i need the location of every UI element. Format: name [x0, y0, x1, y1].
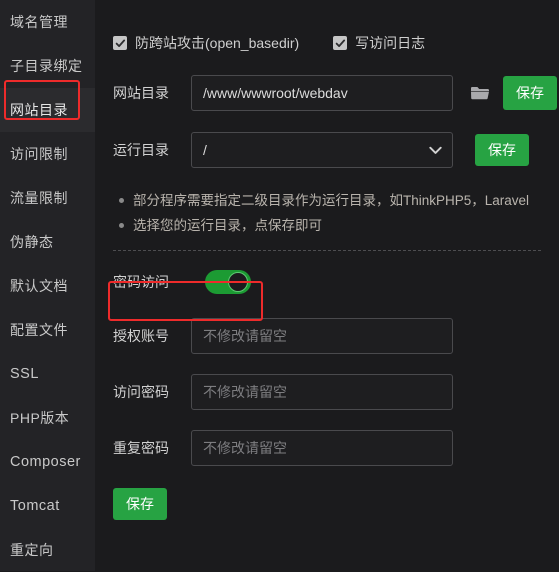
- access-password-label: 访问密码: [113, 384, 169, 400]
- options-checkbox-row: 防跨站攻击(open_basedir) 写访问日志: [95, 0, 559, 53]
- website-directory-input[interactable]: [191, 75, 453, 111]
- sidebar-item-website-directory[interactable]: 网站目录: [0, 88, 95, 132]
- checkbox-write-access-log[interactable]: 写访问日志: [333, 33, 425, 53]
- sidebar-item-label: Composer: [10, 454, 81, 470]
- access-password-input[interactable]: [191, 374, 453, 410]
- sidebar-item-label: 子目录绑定: [10, 58, 83, 74]
- sidebar-item-config-file[interactable]: 配置文件: [0, 308, 95, 352]
- authorized-account-row: 授权账号: [95, 318, 559, 354]
- authorized-account-label: 授权账号: [113, 328, 169, 344]
- sidebar-item-ssl[interactable]: SSL: [0, 352, 95, 396]
- section-divider: [113, 250, 541, 251]
- checkbox-label: 防跨站攻击(open_basedir): [135, 35, 300, 51]
- sidebar-item-tomcat[interactable]: Tomcat: [0, 484, 95, 528]
- save-run-directory-button[interactable]: 保存: [475, 134, 529, 166]
- sidebar-item-label: 域名管理: [10, 14, 68, 30]
- sidebar-item-label: 配置文件: [10, 322, 68, 338]
- sidebar-item-label: Tomcat: [10, 498, 60, 514]
- repeat-password-label: 重复密码: [113, 440, 169, 456]
- password-access-toggle[interactable]: [205, 270, 251, 294]
- authorized-account-input[interactable]: [191, 318, 453, 354]
- checkmark-icon: [333, 36, 348, 50]
- checkbox-label: 写访问日志: [355, 35, 426, 51]
- sidebar-item-label: 访问限制: [10, 146, 68, 162]
- website-directory-label: 网站目录: [113, 85, 169, 101]
- website-directory-row: 网站目录 保存: [95, 75, 559, 111]
- checkbox-open-basedir[interactable]: 防跨站攻击(open_basedir): [113, 33, 299, 53]
- sidebar-item-composer[interactable]: Composer: [0, 440, 95, 484]
- run-directory-row: 运行目录 / 保存: [95, 132, 559, 168]
- save-password-access-button[interactable]: 保存: [113, 488, 167, 520]
- run-directory-label: 运行目录: [113, 142, 169, 158]
- sidebar-item-domain-management[interactable]: 域名管理: [0, 0, 95, 44]
- password-access-row: 密码访问: [95, 267, 559, 297]
- sidebar-item-label: 流量限制: [10, 190, 68, 206]
- folder-icon[interactable]: [469, 82, 491, 104]
- tip-item: 部分程序需要指定二级目录作为运行目录，如ThinkPHP5，Laravel: [119, 188, 559, 213]
- checkmark-icon: [113, 36, 127, 50]
- sidebar-item-traffic-limit[interactable]: 流量限制: [0, 176, 95, 220]
- repeat-password-row: 重复密码: [95, 430, 559, 466]
- sidebar-item-pseudo-static[interactable]: 伪静态: [0, 220, 95, 264]
- main-content: 防跨站攻击(open_basedir) 写访问日志 网站目录 /www/wwwr…: [95, 0, 559, 571]
- save-website-directory-button[interactable]: 保存: [503, 76, 557, 110]
- access-password-row: 访问密码: [95, 374, 559, 410]
- bottom-save-row: 保存: [95, 488, 559, 520]
- repeat-password-input[interactable]: [191, 430, 453, 466]
- sidebar-item-subdirectory-binding[interactable]: 子目录绑定: [0, 44, 95, 88]
- run-directory-tips: 部分程序需要指定二级目录作为运行目录，如ThinkPHP5，Laravel 选择…: [95, 188, 559, 238]
- password-access-label: 密码访问: [113, 274, 169, 290]
- run-directory-select-wrapper: /: [191, 132, 453, 168]
- sidebar-item-label: SSL: [10, 366, 39, 382]
- settings-panel: 域名管理 子目录绑定 网站目录 访问限制 流量限制 伪静态 默认文档 配置文件 …: [0, 0, 559, 571]
- sidebar-item-label: 默认文档: [10, 278, 68, 294]
- sidebar-item-default-document[interactable]: 默认文档: [0, 264, 95, 308]
- sidebar-item-access-restriction[interactable]: 访问限制: [0, 132, 95, 176]
- sidebar-item-label: 网站目录: [10, 102, 68, 118]
- sidebar-item-redirect[interactable]: 重定向: [0, 528, 95, 572]
- sidebar-nav: 域名管理 子目录绑定 网站目录 访问限制 流量限制 伪静态 默认文档 配置文件 …: [0, 0, 95, 571]
- sidebar-item-label: 伪静态: [10, 234, 54, 250]
- sidebar-item-php-version[interactable]: PHP版本: [0, 396, 95, 440]
- tip-item: 选择您的运行目录，点保存即可: [119, 213, 559, 238]
- sidebar-item-label: PHP版本: [10, 410, 70, 426]
- sidebar-item-label: 重定向: [10, 542, 54, 558]
- run-directory-select[interactable]: /: [191, 132, 453, 168]
- toggle-knob: [228, 272, 248, 292]
